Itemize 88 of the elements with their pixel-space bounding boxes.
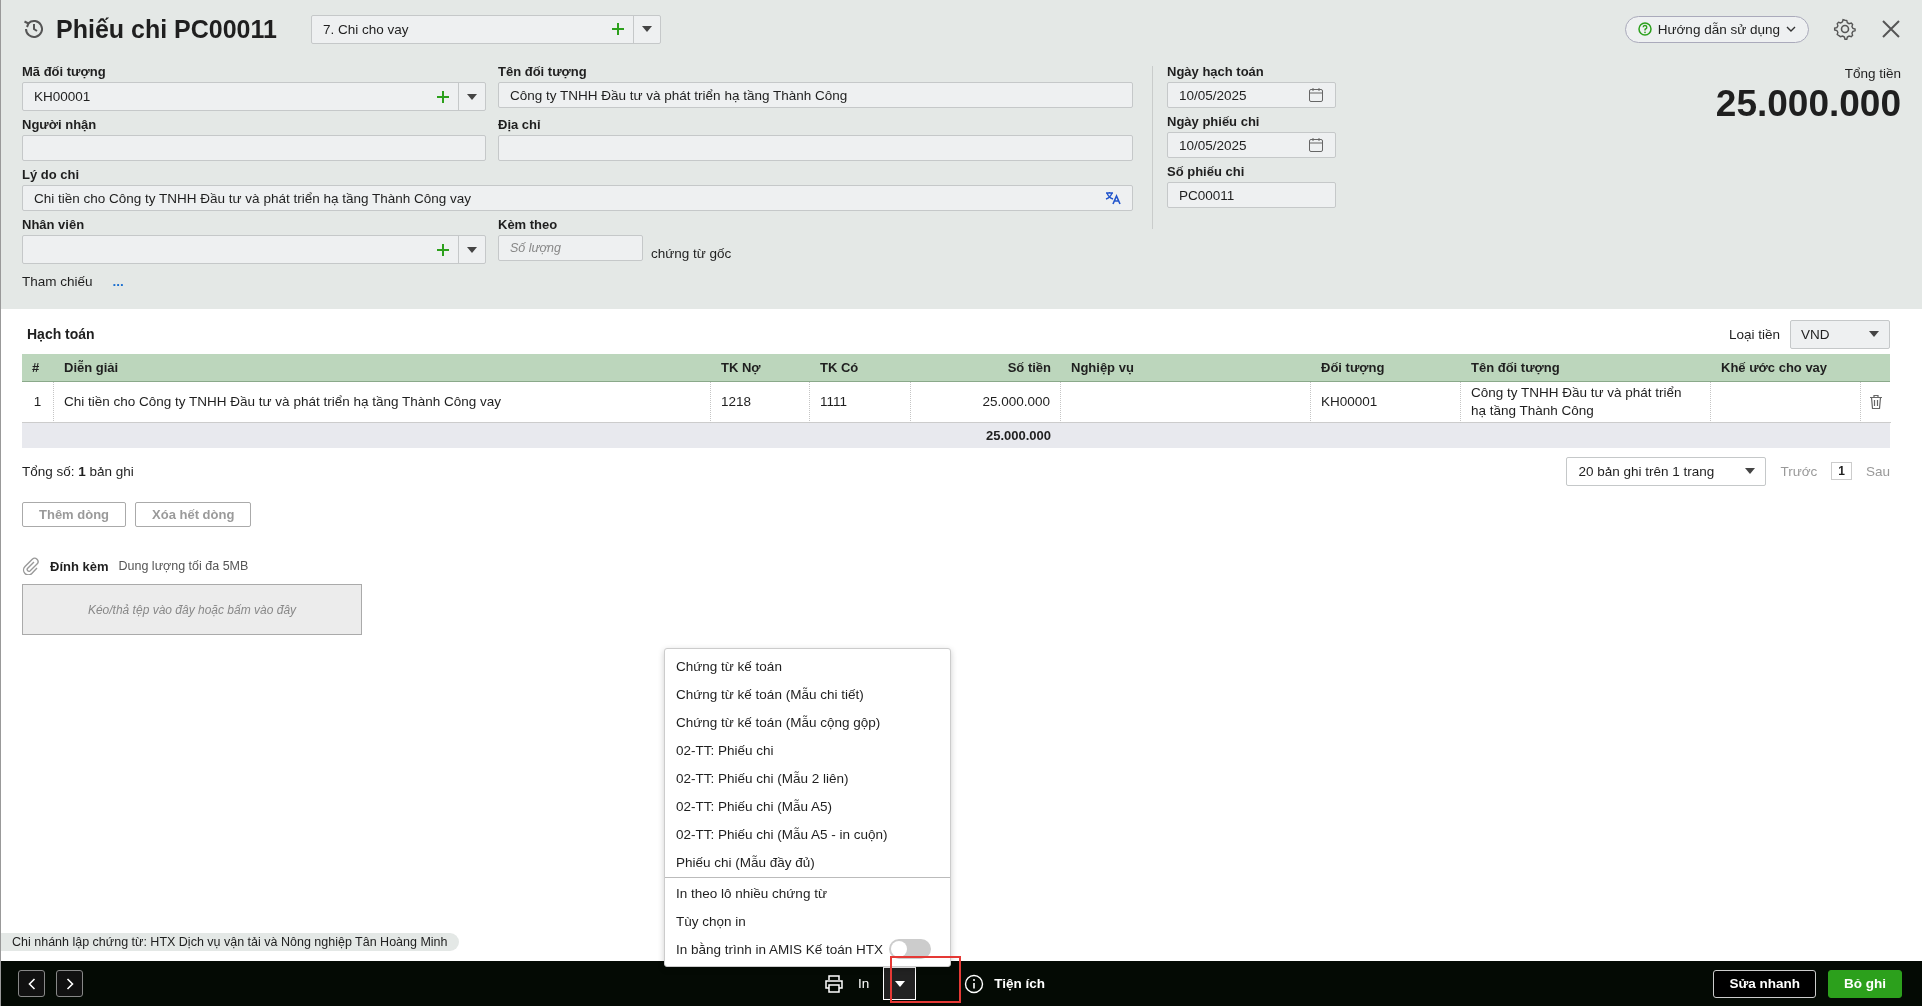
window-title: Phiếu chi PC00011 [56,14,277,44]
trash-icon[interactable] [1869,394,1883,410]
column-header: Số tiền [1006,359,1052,377]
column-header: Nghiệp vụ [1070,359,1135,377]
column-header: Đối tượng [1320,359,1386,377]
page-number[interactable]: 1 [1831,462,1852,480]
menu-item[interactable]: 02-TT: Phiếu chi (Mẫu A5) [665,792,950,820]
column-header: TK Nợ [720,359,762,377]
highlight-frame [890,956,961,1003]
plus-icon[interactable] [436,89,450,104]
previous-button[interactable] [18,970,45,997]
plus-icon[interactable] [610,22,625,36]
field-label: Người nhận [22,116,98,134]
print-dropdown-button[interactable] [883,967,917,1000]
menu-item[interactable]: In theo lô nhiều chứng từ [665,879,950,907]
printer-icon[interactable] [824,974,844,993]
caret-icon[interactable] [1745,468,1756,474]
info-icon [964,973,985,994]
field-label: Số phiếu chi [1167,163,1246,181]
attachment-title: Đính kèm [50,558,109,574]
field-label: Kèm theo [498,216,559,234]
chevron-right-icon [65,977,74,990]
column-header: Diễn giải [63,359,120,377]
menu-item[interactable]: Chứng từ kế toán [665,652,950,680]
plus-icon[interactable] [436,242,450,257]
total-cell-text: 25.000.000 [984,427,1052,445]
field-label: Lý do chi [22,166,81,184]
total-label: Tổng tiền [1844,66,1901,81]
close-icon[interactable] [1881,19,1901,39]
combo-field[interactable]: KH00001 [22,82,486,111]
help-icon [1637,22,1652,36]
field-label: Địa chỉ [498,116,542,134]
help-button[interactable]: Hướng dẫn sử dụng [1624,15,1809,43]
toggle-label: In bằng trình in AMIS Kế toán HTX [676,941,884,957]
caret-icon[interactable] [894,980,905,987]
reference-link[interactable]: ... [112,274,124,289]
text-field[interactable]: 10/05/2025 [1167,82,1336,108]
field-label: Ngày hạch toán [1167,63,1265,81]
text-field[interactable] [22,135,486,161]
caret-icon[interactable] [467,93,477,100]
menu-item[interactable]: 02-TT: Phiếu chi [665,736,950,764]
currency-label: Loại tiền [1728,326,1780,342]
caret-icon[interactable] [467,246,477,253]
column-header: Tên đối tượng [1470,359,1561,377]
total-amount: 25.000.000 [1715,83,1901,125]
menu-item[interactable]: Chứng từ kế toán (Mẫu cộng gộp) [665,708,950,736]
text-field[interactable]: Công ty TNHH Đầu tư và phát triển hạ tầng Thành Công [498,82,1133,108]
column-header: Khế ước cho vay [1720,359,1829,377]
combo-field[interactable]: 7. Chi cho vay [310,14,661,44]
menu-item[interactable]: 02-TT: Phiếu chi (Mẫu 2 liên) [665,764,950,792]
record-count: Tổng số: 1 bản ghi [22,463,134,479]
menu-item[interactable]: Chứng từ kế toán (Mẫu chi tiết) [665,680,950,708]
reference-label: Tham chiếu [22,274,93,289]
utilities-button[interactable]: Tiện ích [958,972,1051,995]
text-field[interactable]: 10/05/2025 [1167,132,1336,158]
chevron-left-icon [27,977,36,990]
combo-field[interactable] [22,235,486,264]
page-size-select[interactable]: 20 bản ghi trên 1 trang [1566,456,1767,486]
toggle-switch[interactable] [889,939,932,959]
field-suffix: chứng từ gốc [651,246,732,261]
caret-icon[interactable] [1869,331,1879,337]
menu-item[interactable]: 02-TT: Phiếu chi (Mẫu A5 - in cuộn) [665,820,950,848]
attachment-hint: Dung lượng tối đa 5MB [118,559,249,573]
caret-icon[interactable] [641,26,652,32]
next-button[interactable] [56,970,83,997]
text-field[interactable]: PC00011 [1167,182,1336,208]
field-label: Mã đối tượng [22,63,107,81]
translate-icon[interactable] [1105,191,1121,205]
paperclip-icon [22,557,40,575]
field-label: Tên đối tượng [498,63,588,81]
calendar-icon[interactable] [1308,137,1324,153]
menu-item[interactable]: Phiếu chi (Mẫu đầy đủ) [665,848,950,876]
quick-edit-button[interactable]: Sửa nhanh [1713,969,1816,998]
text-field[interactable] [498,135,1133,161]
column-header: TK Có [819,359,860,377]
chevron-down-icon [1786,26,1796,32]
text-field[interactable]: Chi tiền cho Công ty TNHH Đầu tư và phát triển hạ tầng Thành Công vay [22,185,1133,211]
settings-icon[interactable] [1833,17,1857,41]
column-header: # [31,359,41,377]
history-icon [22,17,46,41]
currency-select[interactable]: VND [1790,319,1890,349]
section-title: Hạch toán [27,326,95,342]
calendar-icon[interactable] [1308,87,1324,103]
print-button[interactable]: In [852,975,876,992]
field-label: Ngày phiếu chi [1167,113,1261,131]
branch-label: Chi nhánh lập chứng từ: HTX Dịch vụ vận tải và Nông nghiệp Tân Hoàng Minh [1,933,459,951]
field-label: Nhân viên [22,216,86,234]
menu-item[interactable]: Tùy chọn in [665,907,950,935]
